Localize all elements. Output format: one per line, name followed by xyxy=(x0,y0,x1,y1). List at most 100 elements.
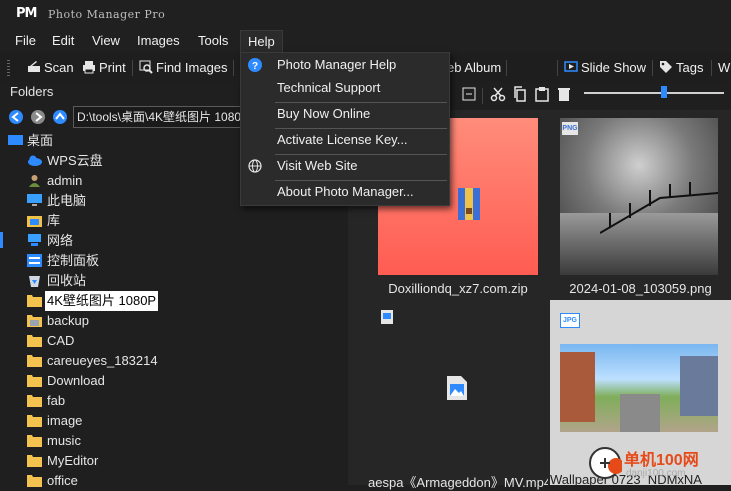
folder-icon xyxy=(27,335,42,347)
slideshow-icon xyxy=(564,61,578,72)
app-logo: PM xyxy=(16,6,37,21)
menu-item-about[interactable]: About Photo Manager... xyxy=(241,180,449,204)
cut-icon[interactable] xyxy=(490,86,506,102)
paste-icon[interactable] xyxy=(534,86,550,102)
control-panel-icon xyxy=(27,254,42,267)
title-bar: PM Photo Manager Pro xyxy=(0,0,731,30)
image-file-icon xyxy=(447,376,467,400)
help-menu-dropdown: ? Photo Manager Help Technical Support B… xyxy=(240,52,450,206)
menu-help[interactable]: Help xyxy=(240,30,283,53)
tree-item-music[interactable]: music xyxy=(0,431,350,451)
toolbar-overflow-button[interactable]: W xyxy=(718,59,730,77)
import-icon[interactable] xyxy=(461,86,477,102)
tags-button[interactable]: Tags xyxy=(659,59,703,77)
thumbnail-item[interactable]: aespa《Armageddon》MV.mp4 xyxy=(368,300,548,490)
tree-item-myeditor[interactable]: MyEditor xyxy=(0,451,350,471)
menu-file[interactable]: File xyxy=(15,30,36,52)
menu-item-label: Technical Support xyxy=(277,80,381,95)
delete-icon[interactable] xyxy=(556,86,572,102)
tree-item-label: 库 xyxy=(47,213,61,228)
tree-item-cad[interactable]: CAD xyxy=(0,331,350,351)
path-input[interactable]: D:\tools\桌面\4K壁纸图片 1080 xyxy=(73,106,258,128)
slide-show-label: Slide Show xyxy=(581,60,647,75)
thumbnail-filename: aespa《Armageddon》MV.mp4 xyxy=(368,475,548,490)
menu-item-activate-license[interactable]: Activate License Key... xyxy=(241,128,449,152)
tree-item-label: 网络 xyxy=(47,233,74,248)
menu-view[interactable]: View xyxy=(92,30,120,52)
folder-icon xyxy=(27,415,42,427)
toolbar-grip[interactable] xyxy=(7,60,10,76)
thumbnail-filename: Doxilliondq_xz7.com.zip xyxy=(388,281,528,296)
thumbnail-size-slider-handle[interactable] xyxy=(661,86,667,98)
tree-item-office[interactable]: office xyxy=(0,471,350,491)
folder-icon xyxy=(27,295,42,307)
find-image-icon xyxy=(139,60,153,74)
folders-panel-title: Folders xyxy=(10,84,54,99)
tree-item-label: admin xyxy=(47,173,83,188)
tree-item-fab[interactable]: fab xyxy=(0,391,350,411)
thumbnail-size-slider[interactable] xyxy=(584,92,724,94)
copy-icon[interactable] xyxy=(512,86,528,102)
arrow-right-icon xyxy=(35,112,43,122)
web-album-button[interactable]: eb Album xyxy=(447,59,501,77)
tree-item-download[interactable]: Download xyxy=(0,371,350,391)
folder-icon xyxy=(27,475,42,487)
up-folder-button[interactable] xyxy=(53,110,67,124)
folder-icon xyxy=(27,315,42,327)
png-thumbnail-image xyxy=(560,118,718,275)
thumbnail-item[interactable]: PNG 2024-01-08_103059.png xyxy=(550,110,731,298)
folder-icon xyxy=(27,375,42,387)
scan-button[interactable]: Scan xyxy=(27,59,74,77)
tree-item-label: CAD xyxy=(47,333,75,348)
menu-images[interactable]: Images xyxy=(137,30,180,52)
tree-item-label-selected: 4K壁纸图片 1080P xyxy=(45,291,159,311)
menu-item-label: Buy Now Online xyxy=(277,106,371,121)
app-title: Photo Manager Pro xyxy=(48,8,166,21)
cloud-icon xyxy=(28,155,42,166)
tree-item-label: office xyxy=(47,473,78,488)
tree-item-careueyes[interactable]: careueyes_183214 xyxy=(0,351,350,371)
video-file-badge-icon xyxy=(381,310,393,324)
tree-item-label: 回收站 xyxy=(47,273,87,288)
tree-item-label: MyEditor xyxy=(47,453,99,468)
scanner-icon xyxy=(28,61,40,72)
menu-item-visit-web-site[interactable]: Visit Web Site xyxy=(241,154,449,178)
library-icon xyxy=(27,216,42,227)
png-badge: PNG xyxy=(562,122,578,135)
recycle-bin-icon xyxy=(29,276,40,287)
tree-item-backup[interactable]: backup xyxy=(0,311,350,331)
menu-item-buy-now-online[interactable]: Buy Now Online xyxy=(241,102,449,126)
watermark-logo-icon xyxy=(589,447,622,479)
printer-icon xyxy=(83,61,95,74)
arrow-left-icon xyxy=(11,112,19,122)
tree-item-label: backup xyxy=(47,313,89,328)
network-icon xyxy=(28,234,41,246)
tree-item-recycle-bin[interactable]: 回收站 xyxy=(0,271,350,291)
zip-archive-icon xyxy=(458,188,480,220)
watermark-url: danji100.com xyxy=(626,468,686,479)
tree-item-label: Download xyxy=(47,373,105,388)
menu-item-label: Photo Manager Help xyxy=(277,57,397,72)
print-button[interactable]: Print xyxy=(82,59,126,77)
find-images-button[interactable]: Find Images xyxy=(139,59,228,77)
site-watermark: 单机100网 danji100.com xyxy=(588,444,731,485)
tree-item-network[interactable]: 网络 xyxy=(0,231,350,251)
menu-item-photo-manager-help[interactable]: ? Photo Manager Help xyxy=(241,53,449,77)
menu-edit[interactable]: Edit xyxy=(52,30,74,52)
jpg-badge: JPG xyxy=(560,313,580,328)
tree-item-label: fab xyxy=(47,393,66,408)
menu-item-technical-support[interactable]: Technical Support xyxy=(241,76,449,100)
back-button[interactable] xyxy=(9,110,23,124)
tree-item-image[interactable]: image xyxy=(0,411,350,431)
folder-icon xyxy=(27,355,42,367)
menu-tools[interactable]: Tools xyxy=(198,30,228,52)
forward-button[interactable] xyxy=(31,110,45,124)
menu-item-label: Activate License Key... xyxy=(277,132,408,147)
help-icon: ? xyxy=(248,58,262,72)
folder-icon xyxy=(27,435,42,447)
tree-item-control-panel[interactable]: 控制面板 xyxy=(0,251,350,271)
tree-item-4k-wallpapers[interactable]: 4K壁纸图片 1080P xyxy=(0,291,350,311)
slide-show-button[interactable]: Slide Show xyxy=(564,59,646,77)
tree-item-library[interactable]: 库 xyxy=(0,211,350,231)
folder-icon xyxy=(27,395,42,407)
